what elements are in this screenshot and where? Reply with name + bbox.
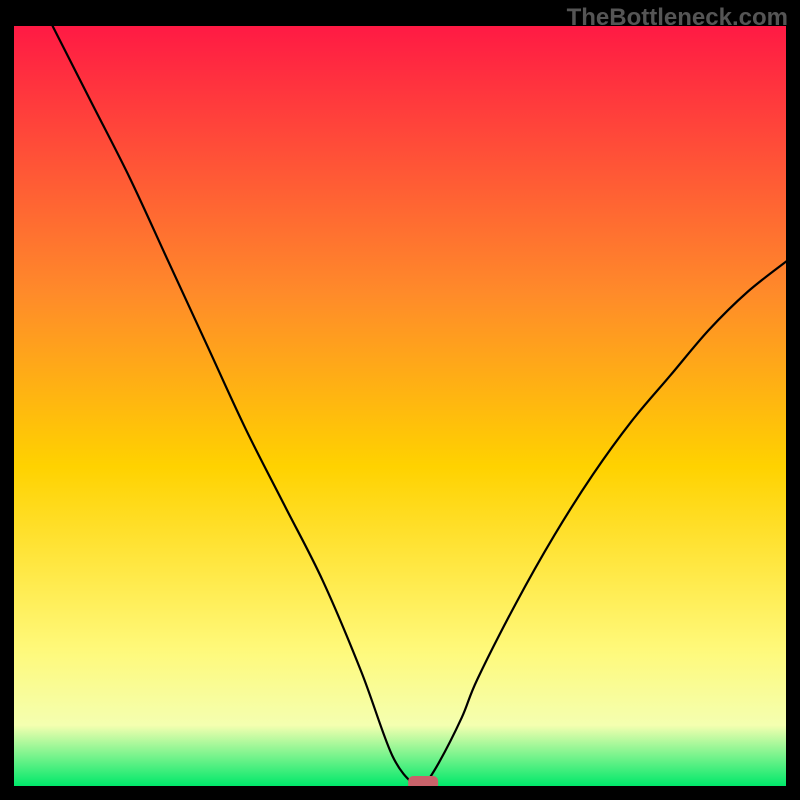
watermark-text: TheBottleneck.com bbox=[567, 4, 788, 32]
optimum-marker bbox=[408, 776, 438, 786]
bottleneck-plot bbox=[14, 26, 786, 786]
chart-frame: TheBottleneck.com bbox=[0, 0, 800, 800]
gradient-background bbox=[14, 26, 786, 786]
plot-area bbox=[14, 26, 786, 786]
